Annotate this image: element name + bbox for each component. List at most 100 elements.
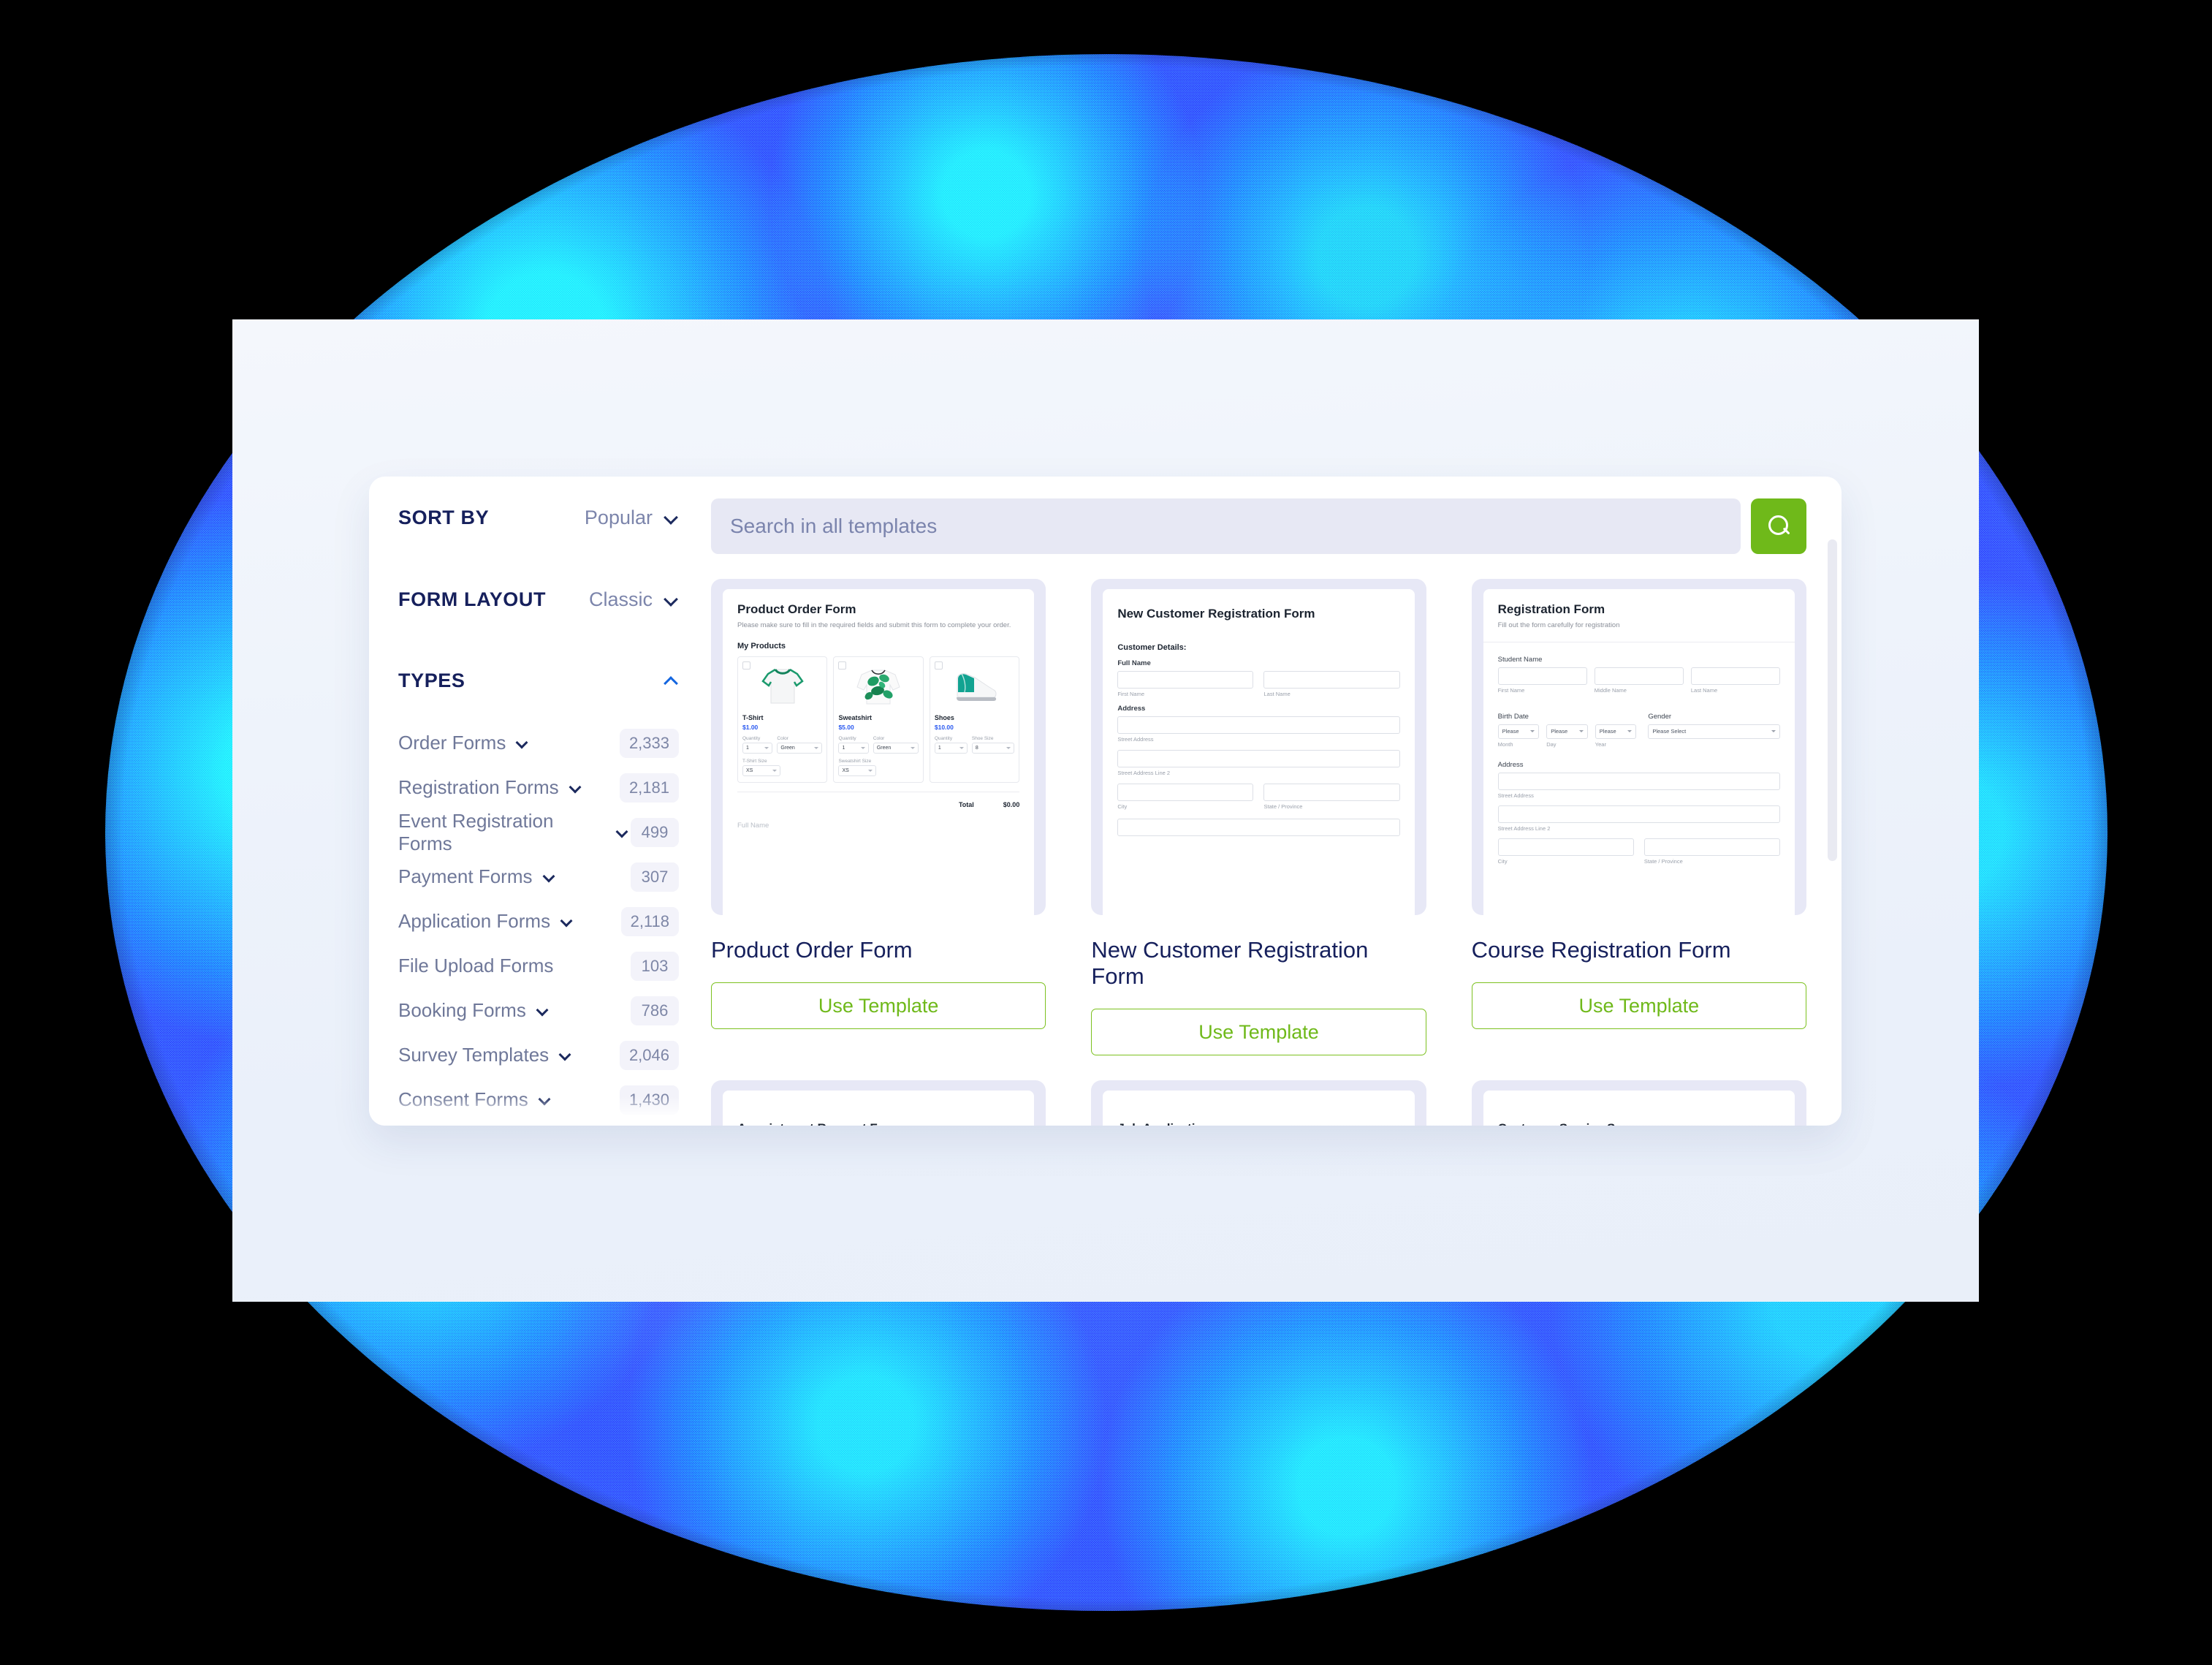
product-cell: Shoes $10.00 Quantity 1 Shoe Size 8 bbox=[929, 656, 1020, 783]
total-value: $0.00 bbox=[1003, 800, 1020, 808]
template-card[interactable]: New Customer Registration Form Customer … bbox=[1091, 579, 1426, 1055]
field-hint: State / Province bbox=[1643, 857, 1683, 865]
search-bar bbox=[711, 498, 1842, 554]
first-name-input[interactable] bbox=[1117, 671, 1254, 689]
state-input[interactable] bbox=[1263, 784, 1400, 801]
color-select[interactable]: Green bbox=[873, 742, 919, 754]
first-name-group: First Name bbox=[1117, 671, 1254, 697]
type-item-event-registration-forms[interactable]: Event Registration Forms 499 bbox=[398, 810, 679, 854]
street-address-input[interactable] bbox=[1117, 716, 1400, 734]
sort-by-control[interactable]: Popular bbox=[585, 507, 679, 529]
checkbox-icon bbox=[742, 661, 750, 670]
sort-by-value: Popular bbox=[584, 506, 653, 528]
type-item-application-forms[interactable]: Application Forms 2,118 bbox=[398, 899, 679, 944]
chevron-down-icon[interactable] bbox=[539, 1093, 553, 1107]
field-hint: Last Name bbox=[1690, 686, 1718, 694]
chevron-down-icon[interactable] bbox=[569, 781, 584, 795]
product-options: Quantity 1 Color Green bbox=[742, 735, 823, 754]
product-cell: Sweatshirt $5.00 Quantity 1 Color Green … bbox=[833, 656, 924, 783]
street-address-2-input[interactable] bbox=[1497, 805, 1780, 823]
chevron-down-icon[interactable] bbox=[559, 1048, 574, 1063]
use-template-button[interactable]: Use Template bbox=[711, 982, 1046, 1029]
search-input[interactable] bbox=[711, 498, 1741, 554]
type-item-label: File Upload Forms bbox=[398, 955, 554, 976]
state-input[interactable] bbox=[1643, 838, 1780, 856]
type-item-booking-forms[interactable]: Booking Forms 786 bbox=[398, 988, 679, 1033]
quantity-select[interactable]: 1 bbox=[934, 742, 968, 754]
size-select[interactable]: XS bbox=[838, 765, 877, 776]
search-button[interactable] bbox=[1751, 498, 1806, 554]
chevron-down-icon bbox=[772, 769, 777, 772]
quantity-select[interactable]: 1 bbox=[838, 742, 869, 754]
type-item-rsvp-forms[interactable]: RSVP Forms165 bbox=[398, 1122, 679, 1126]
panel-scrollbar[interactable] bbox=[1828, 539, 1837, 861]
first-name-input[interactable] bbox=[1497, 667, 1587, 685]
template-preview[interactable]: Appointment Request Form Let us know how… bbox=[711, 1080, 1046, 1126]
type-item-payment-forms[interactable]: Payment Forms 307 bbox=[398, 854, 679, 899]
option-value: XS bbox=[842, 767, 849, 773]
field-hint: Street Address Line 2 bbox=[1117, 770, 1171, 776]
product-option: Color Green bbox=[777, 735, 823, 754]
postal-code-input[interactable] bbox=[1117, 819, 1400, 836]
template-preview[interactable]: New Customer Registration Form Customer … bbox=[1091, 579, 1426, 915]
type-item-label: Application Forms bbox=[398, 910, 551, 932]
type-item-label: Registration Forms bbox=[398, 776, 559, 798]
color-select[interactable]: Green bbox=[777, 742, 823, 754]
type-item-count: 1,430 bbox=[619, 1085, 679, 1115]
chevron-down-icon[interactable] bbox=[560, 914, 575, 929]
option-label: Quantity bbox=[838, 735, 856, 741]
type-item-count: 2,118 bbox=[620, 906, 679, 936]
select-value: Please bbox=[1502, 728, 1519, 735]
type-item-survey-templates[interactable]: Survey Templates 2,046 bbox=[398, 1033, 679, 1077]
form-layout-control[interactable]: Classic bbox=[589, 588, 679, 611]
option-label: Quantity bbox=[742, 735, 761, 741]
type-item-file-upload-forms[interactable]: File Upload Forms 103 bbox=[398, 944, 679, 988]
types-section-header[interactable]: TYPES bbox=[398, 640, 679, 721]
street-address-input[interactable] bbox=[1497, 772, 1780, 790]
use-template-button[interactable]: Use Template bbox=[1091, 1009, 1426, 1055]
quantity-select[interactable]: 1 bbox=[742, 742, 773, 754]
template-preview[interactable]: Registration Form Fill out the form care… bbox=[1471, 579, 1806, 915]
chevron-up-icon[interactable] bbox=[664, 673, 679, 688]
last-name-input[interactable] bbox=[1690, 667, 1780, 685]
type-item-count: 499 bbox=[631, 817, 679, 847]
type-item-registration-forms[interactable]: Registration Forms 2,181 bbox=[398, 765, 679, 810]
chevron-down-icon[interactable] bbox=[543, 870, 558, 884]
chevron-down-icon[interactable] bbox=[536, 1004, 551, 1018]
birth-month-select[interactable]: Please bbox=[1497, 724, 1540, 739]
template-preview[interactable]: Product Order Form Please make sure to f… bbox=[711, 579, 1046, 915]
template-card[interactable]: Registration Form Fill out the form care… bbox=[1471, 579, 1806, 1055]
option-label: Color bbox=[777, 735, 788, 741]
template-card[interactable]: Appointment Request Form Let us know how… bbox=[711, 1080, 1046, 1126]
birth-date-group: Birth Date Please Month Please Day Pleas… bbox=[1497, 705, 1637, 748]
use-template-button[interactable]: Use Template bbox=[1471, 982, 1806, 1029]
city-input[interactable] bbox=[1117, 784, 1254, 801]
product-name: Sweatshirt bbox=[838, 713, 872, 721]
gender-select[interactable]: Please Select bbox=[1648, 724, 1780, 739]
chevron-down-icon[interactable] bbox=[616, 825, 631, 840]
type-item-count: 103 bbox=[631, 951, 679, 981]
street-address-2-input[interactable] bbox=[1117, 750, 1400, 767]
shoe-size-select[interactable]: 8 bbox=[971, 742, 1015, 754]
size-select[interactable]: XS bbox=[742, 765, 780, 776]
middle-name-input[interactable] bbox=[1594, 667, 1684, 685]
birth-year-select[interactable]: Please bbox=[1595, 724, 1637, 739]
template-card[interactable]: Product Order Form Please make sure to f… bbox=[711, 579, 1046, 1055]
field-hint: Year bbox=[1595, 740, 1606, 748]
city-input[interactable] bbox=[1497, 838, 1634, 856]
template-card[interactable]: Job Application Please complete the form… bbox=[1091, 1080, 1426, 1126]
state-group: State / Province bbox=[1263, 784, 1400, 810]
product-option: Color Green bbox=[873, 736, 919, 754]
type-item-consent-forms[interactable]: Consent Forms 1,430 bbox=[398, 1077, 679, 1122]
template-card[interactable]: Customer Service Survey Please take a mo… bbox=[1471, 1080, 1806, 1126]
total-label: Total bbox=[958, 800, 974, 808]
template-preview[interactable]: Customer Service Survey Please take a mo… bbox=[1471, 1080, 1806, 1126]
template-preview[interactable]: Job Application Please complete the form… bbox=[1091, 1080, 1426, 1126]
checkbox-icon bbox=[838, 661, 847, 670]
type-item-order-forms[interactable]: Order Forms 2,333 bbox=[398, 721, 679, 765]
last-name-input[interactable] bbox=[1263, 671, 1400, 689]
chevron-down-icon[interactable] bbox=[516, 736, 531, 751]
form-layout-row[interactable]: FORM LAYOUT Classic bbox=[398, 558, 679, 640]
birth-day-select[interactable]: Please bbox=[1546, 724, 1588, 739]
sort-by-row[interactable]: SORT BY Popular bbox=[398, 477, 679, 558]
